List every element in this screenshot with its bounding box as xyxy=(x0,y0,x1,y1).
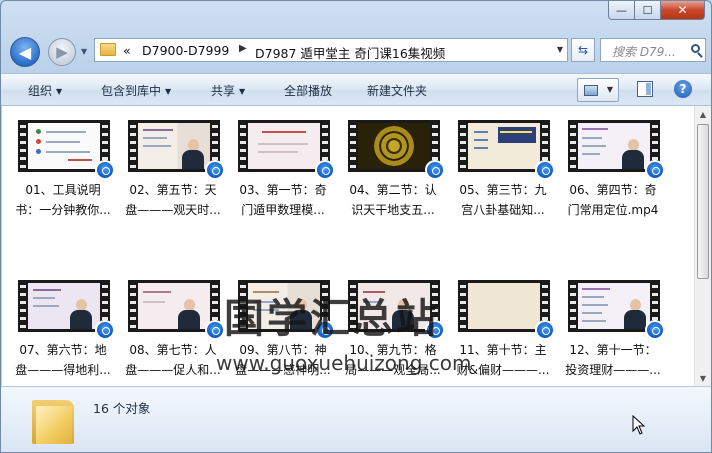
video-thumbnail xyxy=(458,280,555,340)
file-name: 05、第三节：九 宫八卦基础知... xyxy=(459,183,547,217)
breadcrumb-overflow[interactable]: « xyxy=(123,43,131,58)
video-thumbnail xyxy=(18,280,115,340)
file-item[interactable]: 03、第一节：奇 门遁甲数理模... xyxy=(230,106,336,217)
file-name: 07、第六节：地 盘———得地利... xyxy=(15,343,111,377)
video-badge-icon xyxy=(535,160,555,180)
video-badge-icon xyxy=(95,320,115,340)
file-item[interactable]: 04、第二节：认 识天干地支五... xyxy=(340,106,446,217)
file-name: 01、工具说明 书：一分钟教你... xyxy=(15,183,111,217)
view-icon xyxy=(584,85,598,96)
scroll-up-icon[interactable]: ▲ xyxy=(695,106,711,122)
video-thumbnail xyxy=(568,120,665,180)
search-input[interactable]: 搜索 D79... xyxy=(600,38,706,62)
details-pane: 16 个对象 xyxy=(1,386,711,452)
file-name: 04、第二节：认 识天干地支五... xyxy=(349,183,437,217)
folder-icon xyxy=(100,43,116,56)
video-badge-icon xyxy=(315,160,335,180)
organize-menu[interactable]: 组织 ▼ xyxy=(28,82,62,99)
chevron-down-icon: ▼ xyxy=(239,87,246,96)
video-badge-icon xyxy=(205,160,225,180)
explorer-window: — ☐ ✕ ◀ ▶ ▼ « D7900-D7999 ▶ D7987 遁甲堂主 奇… xyxy=(0,0,712,453)
video-thumbnail xyxy=(348,120,445,180)
search-placeholder: 搜索 D79... xyxy=(612,45,676,59)
navigation-bar: ◀ ▶ ▼ « D7900-D7999 ▶ D7987 遁甲堂主 奇门课16集视… xyxy=(1,31,711,69)
scrollbar-thumb[interactable] xyxy=(697,124,709,279)
file-name: 03、第一节：奇 门遁甲数理模... xyxy=(239,183,327,217)
play-all-button[interactable]: 全部播放 xyxy=(284,82,332,99)
video-badge-icon xyxy=(645,320,665,340)
mouse-cursor-icon xyxy=(632,415,646,435)
file-name: 06、第四节：奇 门常用定位.mp4 xyxy=(567,183,659,217)
chevron-down-icon: ▼ xyxy=(165,87,172,96)
video-thumbnail xyxy=(128,120,225,180)
search-icon[interactable] xyxy=(691,44,700,53)
command-bar: 组织 ▼ 包含到库中 ▼ 共享 ▼ 全部播放 新建文件夹 ▼ ? xyxy=(1,73,711,106)
arrow-right-icon: ▶ xyxy=(56,43,68,61)
scroll-down-icon[interactable]: ▼ xyxy=(695,370,711,386)
breadcrumb-item[interactable]: D7987 遁甲堂主 奇门课16集视频 xyxy=(255,43,445,62)
folder-icon xyxy=(32,396,74,444)
file-item[interactable]: 08、第七节：人 盘———促人和... xyxy=(120,262,226,377)
preview-pane-icon[interactable] xyxy=(637,81,653,97)
video-thumbnail xyxy=(238,120,335,180)
video-badge-icon xyxy=(645,160,665,180)
arrow-left-icon: ◀ xyxy=(18,42,32,62)
refresh-icon: ⇆ xyxy=(577,43,589,57)
address-bar[interactable]: « D7900-D7999 ▶ D7987 遁甲堂主 奇门课16集视频 ▼ xyxy=(94,38,568,62)
file-item[interactable]: 12、第十一节： 投资理财———... xyxy=(560,262,666,377)
file-list: 01、工具说明 书：一分钟教你... 02、第五节：天 盘———观天时... 0… xyxy=(2,106,711,386)
file-name: 08、第七节：人 盘———促人和... xyxy=(125,343,221,377)
chevron-right-icon[interactable]: ▶ xyxy=(239,43,247,54)
new-folder-button[interactable]: 新建文件夹 xyxy=(367,82,427,99)
video-badge-icon xyxy=(95,160,115,180)
chevron-down-icon: ▼ xyxy=(606,85,613,94)
help-icon[interactable]: ? xyxy=(674,80,692,98)
watermark-title: 国学汇总站 xyxy=(224,295,439,342)
breadcrumb-item[interactable]: D7900-D7999 xyxy=(142,43,229,58)
maximize-button[interactable]: ☐ xyxy=(635,1,661,20)
recent-pages-dropdown[interactable]: ▼ xyxy=(81,47,91,57)
close-button[interactable]: ✕ xyxy=(661,1,705,20)
video-thumbnail xyxy=(128,280,225,340)
caption-buttons: — ☐ ✕ xyxy=(608,1,705,20)
include-in-library-menu[interactable]: 包含到库中 ▼ xyxy=(101,82,171,99)
file-item[interactable]: 07、第六节：地 盘———得地利... xyxy=(10,262,116,377)
file-item[interactable]: 05、第三节：九 宫八卦基础知... xyxy=(450,106,556,217)
change-view-button[interactable]: ▼ xyxy=(577,78,619,102)
forward-button[interactable]: ▶ xyxy=(48,38,76,66)
watermark-url: www.guoxuehuizong.com xyxy=(216,351,472,375)
video-badge-icon xyxy=(425,160,445,180)
video-thumbnail xyxy=(458,120,555,180)
video-thumbnail xyxy=(568,280,665,340)
video-badge-icon xyxy=(205,320,225,340)
file-item[interactable]: 06、第四节：奇 门常用定位.mp4 xyxy=(560,106,666,217)
refresh-button[interactable]: ⇆ xyxy=(571,38,595,62)
minimize-button[interactable]: — xyxy=(608,1,635,20)
file-name: 12、第十一节： 投资理财———... xyxy=(565,343,661,377)
chevron-down-icon: ▼ xyxy=(56,87,63,96)
vertical-scrollbar[interactable]: ▲ ▼ xyxy=(694,106,711,386)
file-name: 02、第五节：天 盘———观天时... xyxy=(125,183,221,217)
chevron-down-icon[interactable]: ▼ xyxy=(557,45,563,54)
video-badge-icon xyxy=(535,320,555,340)
file-item[interactable]: 01、工具说明 书：一分钟教你... xyxy=(10,106,116,217)
share-menu[interactable]: 共享 ▼ xyxy=(211,82,245,99)
file-item[interactable]: 02、第五节：天 盘———观天时... xyxy=(120,106,226,217)
back-button[interactable]: ◀ xyxy=(10,37,40,67)
video-thumbnail xyxy=(18,120,115,180)
item-count: 16 个对象 xyxy=(93,401,151,416)
